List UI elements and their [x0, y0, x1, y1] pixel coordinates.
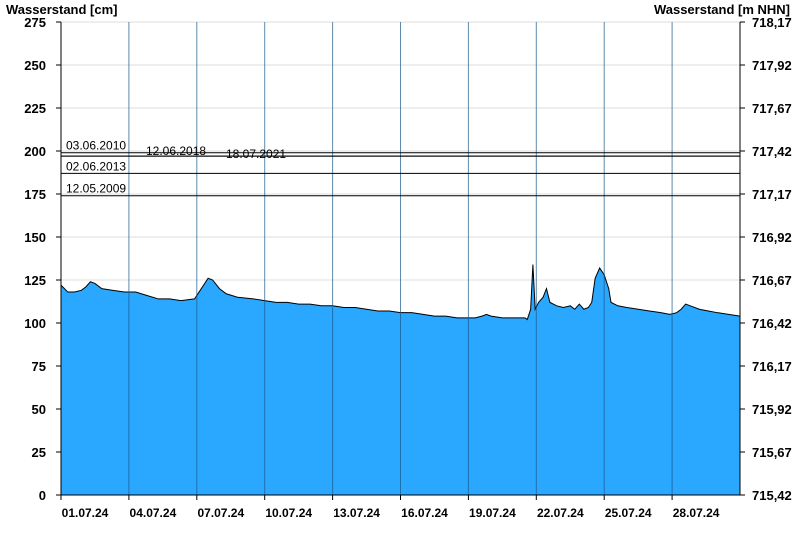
y-axis-left-title: Wasserstand [cm]	[6, 2, 118, 17]
x-tick-label: 25.07.24	[605, 506, 652, 520]
y-tick-right-label: 718,17	[752, 15, 792, 30]
y-tick-left-label: 125	[24, 273, 46, 288]
y-ticks-left: 0 25 50 75 100 125 150 175 200 225 250 275	[24, 15, 61, 503]
x-ticks: 01.07.24 04.07.24 07.07.24 10.07.24 13.07.24…	[60, 495, 720, 520]
x-tick-label: 19.07.24	[469, 506, 516, 520]
y-tick-left-label: 200	[24, 144, 46, 159]
y-tick-right-label: 717,67	[752, 101, 792, 116]
y-tick-left-label: 275	[24, 15, 46, 30]
y-tick-left-label: 50	[32, 402, 46, 417]
y-tick-left-label: 225	[24, 101, 46, 116]
y-tick-right-label: 717,42	[752, 144, 792, 159]
y-tick-left-label: 25	[32, 445, 46, 460]
y-tick-left-label: 100	[24, 316, 46, 331]
x-tick-label: 13.07.24	[333, 506, 380, 520]
x-tick-label: 07.07.24	[197, 506, 244, 520]
y-tick-right-label: 716,42	[752, 316, 792, 331]
x-tick-label: 10.07.24	[265, 506, 312, 520]
y-tick-right-label: 715,67	[752, 445, 792, 460]
y-tick-left-label: 175	[24, 187, 46, 202]
y-tick-right-label: 715,92	[752, 402, 792, 417]
y-tick-right-label: 716,67	[752, 273, 792, 288]
y-tick-left-label: 0	[39, 488, 46, 503]
x-tick-label: 22.07.24	[537, 506, 584, 520]
y-tick-left-label: 250	[24, 58, 46, 73]
x-tick-label: 04.07.24	[130, 506, 177, 520]
reference-line-label: 03.06.2010	[66, 139, 126, 153]
y-tick-right-label: 716,17	[752, 359, 792, 374]
x-tick-label: 28.07.24	[673, 506, 720, 520]
reference-line-label: 02.06.2013	[66, 159, 126, 173]
x-tick-label: 16.07.24	[401, 506, 448, 520]
x-tick-label: 01.07.24	[62, 506, 109, 520]
water-level-chart: Wasserstand [cm] Wasserstand [m NHN] 03.…	[6, 2, 792, 520]
y-tick-left-label: 150	[24, 230, 46, 245]
y-ticks-right: 715,42 715,67 715,92 716,17 716,42 716,67 716,…	[740, 15, 792, 503]
y-tick-right-label: 717,92	[752, 58, 792, 73]
y-tick-right-label: 715,42	[752, 488, 792, 503]
y-tick-right-label: 717,17	[752, 187, 792, 202]
reference-line-label: 18.07.2021	[226, 147, 286, 161]
reference-line-label: 12.05.2009	[66, 182, 126, 196]
y-tick-right-label: 716,92	[752, 230, 792, 245]
y-tick-left-label: 75	[32, 359, 46, 374]
